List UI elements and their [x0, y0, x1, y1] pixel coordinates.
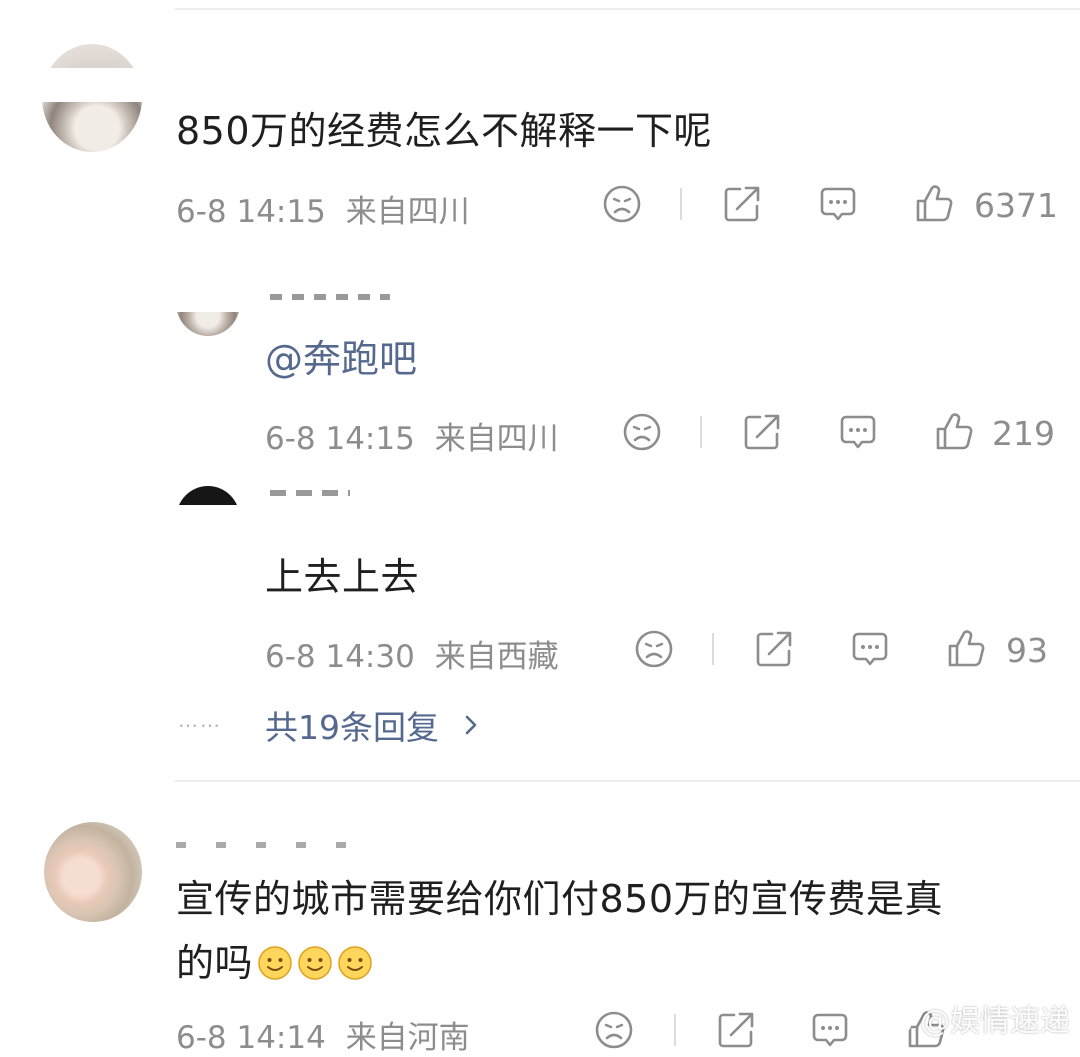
comment-icon[interactable] — [808, 1008, 852, 1052]
like-count: 6371 — [974, 186, 1058, 225]
comment-date: 6-8 14:14 — [176, 1020, 326, 1056]
share-icon[interactable] — [714, 1008, 758, 1052]
comment-icon[interactable] — [836, 410, 880, 454]
separator — [674, 1014, 676, 1046]
reply-date: 6-8 14:30 — [265, 639, 415, 675]
reply-location: 来自西藏 — [434, 639, 559, 675]
weibo-logo-icon — [886, 1008, 916, 1043]
comment-text-line1: 宣传的城市需要给你们付850万的宣传费是真 — [176, 877, 944, 921]
more-replies-link[interactable]: 共19条回复 — [265, 701, 478, 749]
reply-text: 上去上去 — [265, 555, 420, 599]
username-fragment — [270, 490, 350, 496]
username-fragment — [176, 842, 356, 848]
like-icon[interactable] — [932, 410, 976, 454]
reply-meta: 6-8 14:15 来自四川 — [265, 413, 559, 458]
chevron-right-icon — [464, 705, 478, 744]
comment-text-line2-text: 的吗 — [176, 941, 254, 985]
smile-emoji-icon — [337, 945, 373, 981]
comment-location: 来自河南 — [345, 1020, 470, 1056]
comment-text: 850万的经费怎么不解释一下呢 — [176, 109, 713, 153]
like-icon[interactable] — [944, 627, 988, 671]
smile-emoji-icon — [297, 945, 333, 981]
dislike-icon[interactable] — [592, 1008, 636, 1052]
share-icon[interactable] — [752, 627, 796, 671]
more-replies-dots: …… — [178, 708, 222, 732]
reply-location: 来自四川 — [434, 421, 559, 457]
separator — [700, 416, 702, 448]
username-fragment — [270, 294, 390, 300]
avatar-mask — [170, 505, 250, 565]
avatar-mask — [40, 68, 144, 102]
like-count: 93 — [1006, 631, 1048, 670]
avatar-mask — [170, 260, 250, 312]
comment-meta: 6-8 14:14 来自河南 — [176, 1012, 470, 1057]
dislike-icon[interactable] — [620, 410, 664, 454]
like-icon[interactable] — [912, 182, 956, 226]
top-divider — [175, 8, 1080, 10]
comment-meta: 6-8 14:15 来自四川 — [176, 186, 470, 231]
watermark-text: @娱情速递 — [920, 1004, 1070, 1039]
comment-text-line2: 的吗 — [176, 932, 373, 987]
mention-link[interactable]: @奔跑吧 — [265, 328, 417, 383]
share-icon[interactable] — [740, 410, 784, 454]
comment-icon[interactable] — [848, 627, 892, 671]
reply-date: 6-8 14:15 — [265, 421, 415, 457]
separator — [712, 633, 714, 665]
dislike-icon[interactable] — [632, 627, 676, 671]
separator — [680, 188, 682, 220]
comment-icon[interactable] — [816, 182, 860, 226]
share-icon[interactable] — [720, 182, 764, 226]
reply-meta: 6-8 14:30 来自西藏 — [265, 631, 559, 676]
comment-date: 6-8 14:15 — [176, 194, 326, 230]
avatar[interactable] — [44, 822, 142, 922]
more-replies-label: 共19条回复 — [265, 708, 439, 747]
watermark: @娱情速递 — [886, 996, 1070, 1043]
like-count: 219 — [992, 414, 1055, 453]
smile-emoji-icon — [257, 945, 293, 981]
comment-divider — [175, 780, 1080, 782]
comment-location: 来自四川 — [345, 194, 470, 230]
dislike-icon[interactable] — [600, 182, 644, 226]
